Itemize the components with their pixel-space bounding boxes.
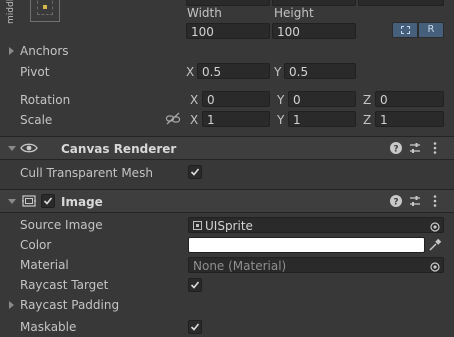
svg-text:?: ?	[393, 145, 398, 155]
canvas-renderer-eye-icon	[20, 141, 38, 155]
object-picker-icon[interactable]	[430, 220, 440, 232]
sprite-icon	[193, 221, 202, 230]
svg-text:?: ?	[393, 198, 398, 208]
material-label: Material	[20, 258, 69, 272]
scale-x-field[interactable]: 1	[202, 111, 270, 127]
raycast-target-checkbox[interactable]	[188, 278, 202, 292]
scale-x-axis-label[interactable]: X	[190, 113, 198, 127]
image-foldout-arrow[interactable]	[8, 199, 16, 204]
scale-z-field[interactable]: 1	[375, 111, 444, 127]
pivot-label: Pivot	[20, 65, 50, 79]
color-swatch[interactable]	[188, 237, 425, 253]
maskable-checkbox[interactable]	[188, 320, 202, 334]
maskable-label: Maskable	[20, 320, 77, 334]
separator	[0, 159, 454, 160]
source-image-label: Source Image	[20, 218, 103, 232]
rotation-x-axis-label[interactable]: X	[190, 93, 198, 107]
raw-edit-label: R	[427, 24, 435, 35]
material-value: None (Material)	[193, 259, 287, 273]
rotation-label: Rotation	[20, 93, 71, 107]
object-picker-icon[interactable]	[430, 260, 440, 272]
width-label: Width	[187, 6, 222, 20]
anchor-preset-icon	[30, 0, 60, 22]
rotation-x-field[interactable]: 0	[202, 91, 270, 107]
image-component-icon	[22, 194, 36, 208]
source-image-value: UISprite	[205, 219, 253, 233]
raycast-target-label: Raycast Target	[20, 278, 109, 292]
anchors-foldout-arrow[interactable]	[9, 47, 14, 55]
cull-transparent-mesh-checkbox[interactable]	[188, 165, 202, 179]
rotation-y-axis-label[interactable]: Y	[277, 93, 284, 107]
material-field[interactable]: None (Material)	[188, 257, 444, 273]
pivot-x-field[interactable]: 0.5	[197, 63, 270, 79]
rotation-y-field[interactable]: 0	[288, 91, 356, 107]
width-field[interactable]: 100	[186, 23, 270, 39]
pivot-x-axis-label[interactable]: X	[186, 65, 194, 79]
rotation-z-field[interactable]: 0	[375, 91, 444, 107]
rotation-z-axis-label[interactable]: Z	[363, 93, 371, 107]
scale-y-axis-label[interactable]: Y	[277, 113, 284, 127]
raw-edit-button[interactable]: R	[418, 22, 444, 38]
image-header[interactable]: Image ?	[0, 190, 454, 212]
source-image-field[interactable]: UISprite	[188, 217, 444, 233]
canvas-renderer-title: Canvas Renderer	[61, 142, 177, 156]
presets-icon[interactable]	[408, 141, 422, 155]
pivot-y-axis-label[interactable]: Y	[274, 65, 281, 79]
scale-label: Scale	[20, 113, 53, 127]
blueprint-icon	[401, 26, 410, 34]
presets-icon[interactable]	[408, 194, 422, 208]
help-icon[interactable]: ?	[389, 141, 403, 155]
scale-z-axis-label[interactable]: Z	[363, 113, 371, 127]
pivot-y-field[interactable]: 0.5	[284, 63, 356, 79]
help-icon[interactable]: ?	[389, 194, 403, 208]
anchor-preset-button[interactable]: middle	[0, 0, 70, 28]
height-label: Height	[274, 6, 314, 20]
anchor-preset-side-label: middle	[6, 0, 16, 24]
cull-transparent-mesh-label: Cull Transparent Mesh	[20, 166, 153, 180]
color-label: Color	[20, 238, 52, 252]
blueprint-mode-button[interactable]	[392, 22, 418, 38]
context-menu-icon[interactable]	[428, 194, 442, 208]
separator	[0, 212, 454, 213]
image-title: Image	[61, 195, 103, 209]
constrain-proportions-icon[interactable]	[165, 112, 181, 126]
pos-field-top-3[interactable]	[358, 0, 444, 6]
eyedropper-icon[interactable]	[428, 238, 442, 252]
anchors-label[interactable]: Anchors	[20, 44, 69, 58]
scale-y-field[interactable]: 1	[288, 111, 356, 127]
canvas-renderer-foldout-arrow[interactable]	[8, 146, 16, 151]
raycast-padding-foldout-arrow[interactable]	[9, 301, 14, 309]
image-enabled-checkbox[interactable]	[41, 194, 55, 208]
raycast-padding-label[interactable]: Raycast Padding	[20, 298, 119, 312]
context-menu-icon[interactable]	[428, 141, 442, 155]
height-field[interactable]: 100	[272, 23, 356, 39]
canvas-renderer-header[interactable]: Canvas Renderer ?	[0, 137, 454, 159]
